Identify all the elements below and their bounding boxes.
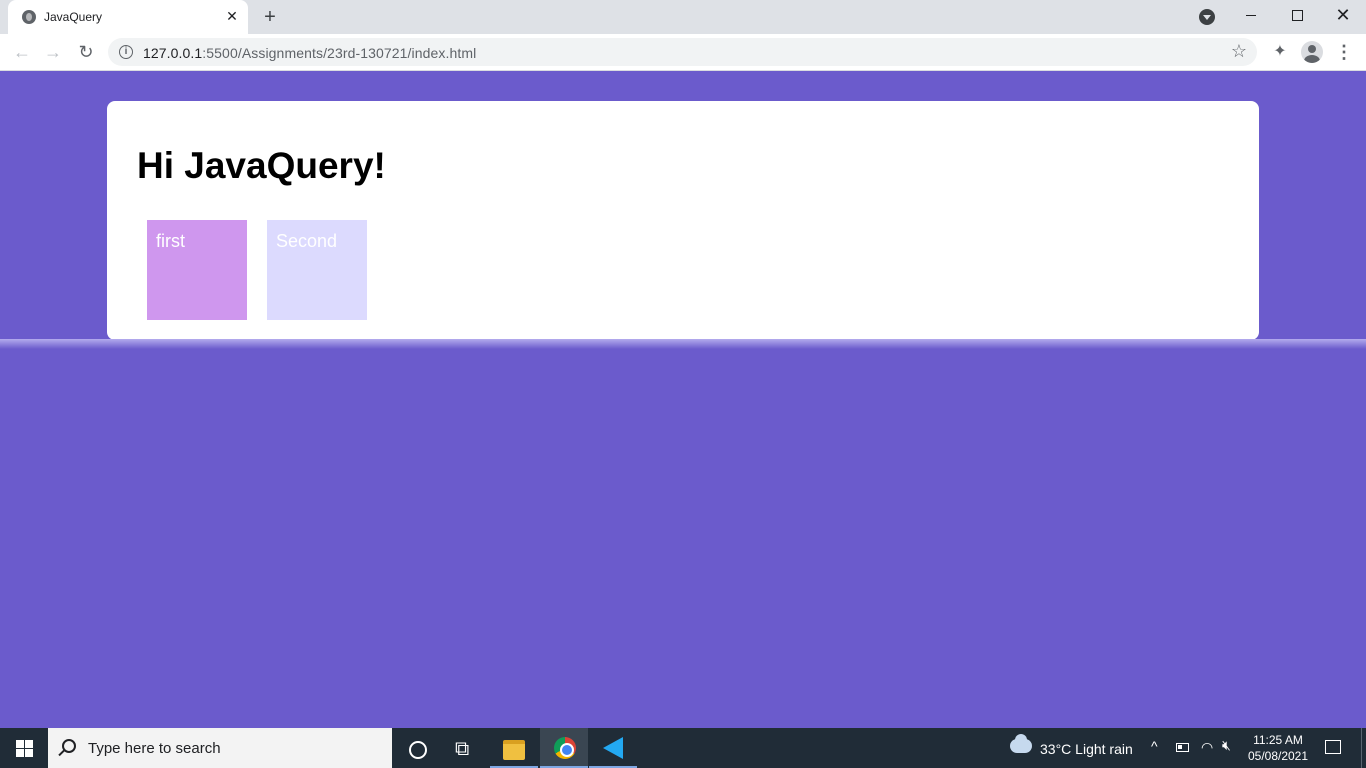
address-bar[interactable]: i 127.0.0.1:5500/Assignments/23rd-130721… <box>108 38 1257 66</box>
url-path: :5500/Assignments/23rd-130721/index.html <box>202 45 477 61</box>
bookmark-star-icon[interactable]: ☆ <box>1231 41 1247 62</box>
search-placeholder: Type here to search <box>88 740 221 757</box>
page-heading: Hi JavaQuery! <box>137 145 386 186</box>
weather-text[interactable]: 33°C Light rain <box>1040 741 1133 757</box>
new-tab-button[interactable]: + <box>258 5 282 29</box>
clock-time: 11:25 AM <box>1253 733 1303 747</box>
reload-button[interactable]: ↻ <box>73 39 99 65</box>
browser-tab[interactable]: JavaQuery ✕ <box>8 0 248 34</box>
windows-logo-icon <box>16 740 24 748</box>
profile-avatar-icon[interactable] <box>1301 41 1323 63</box>
forward-button[interactable]: → <box>40 39 66 65</box>
cortana-icon[interactable] <box>392 728 440 768</box>
url-host: 127.0.0.1 <box>143 45 203 61</box>
volume-muted-icon[interactable]: 🔇︎ <box>1222 738 1231 754</box>
weather-cloud-icon[interactable] <box>1010 734 1032 753</box>
file-explorer-icon[interactable] <box>490 728 538 768</box>
first-box[interactable]: first <box>147 220 247 320</box>
taskbar: Type here to search 33°C Light rain ^ ◠ … <box>0 728 1366 768</box>
minimize-button[interactable] <box>1228 0 1274 32</box>
vscode-icon[interactable] <box>589 728 637 768</box>
windows-start-button[interactable] <box>0 728 48 768</box>
chrome-icon <box>554 737 576 759</box>
battery-icon[interactable] <box>1176 743 1189 752</box>
tab-close-icon[interactable]: ✕ <box>224 8 240 24</box>
tab-title: JavaQuery <box>44 10 103 24</box>
notification-icon[interactable] <box>1325 740 1341 754</box>
show-desktop-button[interactable] <box>1361 728 1366 768</box>
back-button[interactable]: ← <box>9 39 35 65</box>
chrome-taskbar-button[interactable] <box>540 728 588 768</box>
content-card: Hi JavaQuery! first Second <box>107 101 1259 340</box>
tab-strip: JavaQuery ✕ + ✕ <box>0 0 1366 34</box>
page-viewport: Hi JavaQuery! first Second <box>0 71 1366 728</box>
browser-toolbar: ← → ↻ i 127.0.0.1:5500/Assignments/23rd-… <box>0 34 1366 71</box>
extensions-icon[interactable]: ✦ <box>1270 42 1290 62</box>
url-text[interactable]: 127.0.0.1:5500/Assignments/23rd-130721/i… <box>143 45 476 61</box>
clock-date: 05/08/2021 <box>1247 749 1309 763</box>
chevron-up-icon[interactable]: ^ <box>1151 738 1158 754</box>
clock[interactable]: 11:25 AM 05/08/2021 <box>1244 732 1312 764</box>
taskbar-search-box[interactable]: Type here to search <box>48 728 392 768</box>
tab-search-icon[interactable] <box>1199 9 1215 25</box>
wifi-icon[interactable]: ◠ <box>1201 739 1213 756</box>
browser-menu-icon[interactable]: ⋮ <box>1335 41 1353 63</box>
task-view-icon[interactable] <box>440 728 488 768</box>
search-icon <box>62 739 76 753</box>
globe-icon <box>22 10 36 24</box>
site-info-icon[interactable]: i <box>119 45 133 59</box>
close-window-button[interactable]: ✕ <box>1320 0 1366 32</box>
divider-glow <box>0 339 1366 349</box>
maximize-button[interactable] <box>1274 0 1320 32</box>
second-box[interactable]: Second <box>267 220 367 320</box>
